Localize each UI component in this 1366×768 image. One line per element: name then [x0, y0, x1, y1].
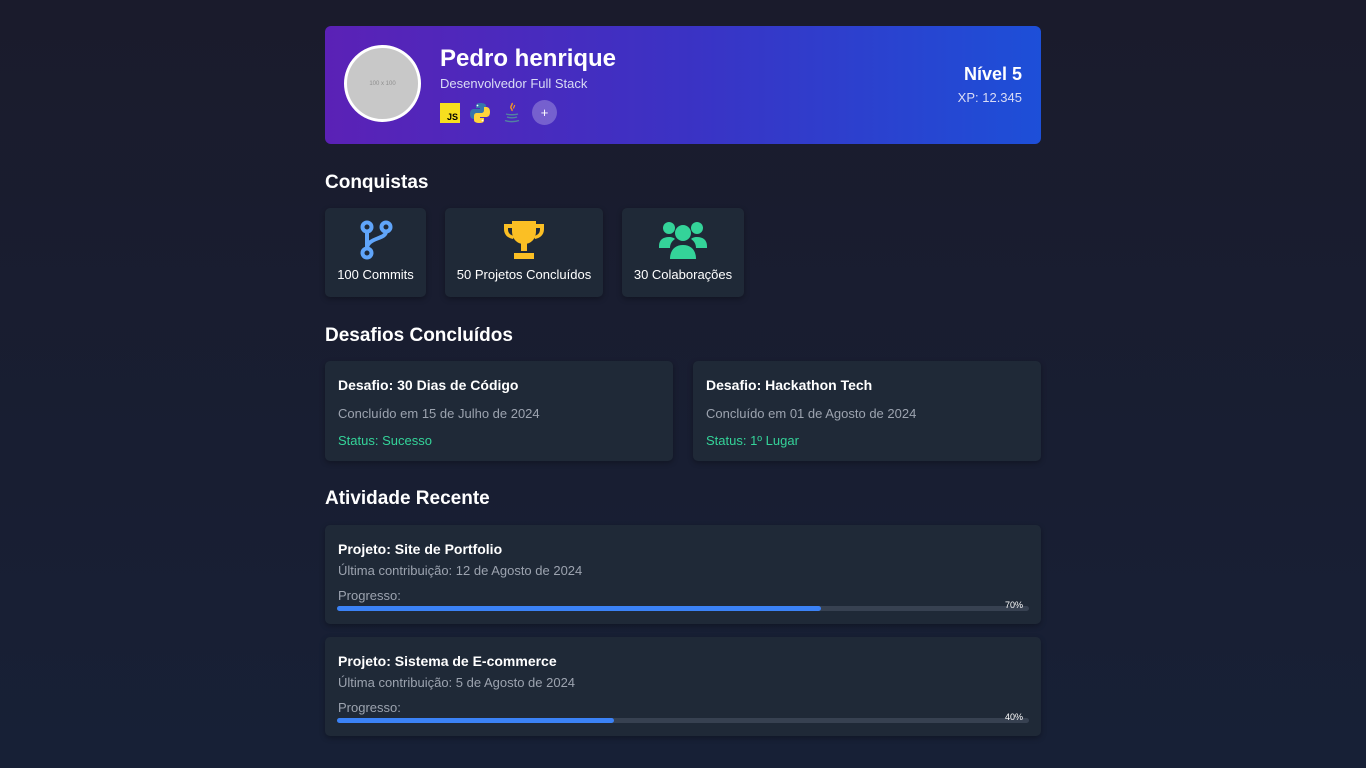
achievement-label: 100 Commits	[337, 267, 414, 282]
profile-name: Pedro henrique	[440, 45, 617, 72]
project-title: Projeto: Sistema de E-commerce	[338, 653, 557, 669]
achievement-label: 50 Projetos Concluídos	[456, 267, 592, 282]
progress-label: Progresso:	[338, 588, 401, 603]
progress-bar	[337, 718, 1029, 723]
add-tech-button[interactable]: +	[532, 100, 557, 125]
profile-header: 100 x 100 Pedro henrique Desenvolvedor F…	[325, 26, 1041, 144]
activity-card[interactable]: Projeto: Sistema de E-commerce Última co…	[325, 637, 1041, 736]
tech-stack: JS +	[440, 100, 557, 125]
progress-percent: 40%	[1004, 712, 1023, 722]
profile-page: 100 x 100 Pedro henrique Desenvolvedor F…	[325, 26, 1041, 736]
challenge-title: Desafio: 30 Dias de Código	[338, 377, 519, 393]
progress-fill	[337, 718, 614, 723]
progress-bar	[337, 606, 1029, 611]
challenge-card[interactable]: Desafio: Hackathon Tech Concluído em 01 …	[693, 361, 1041, 461]
achievement-label: 30 Colaborações	[633, 267, 733, 282]
achievement-card-projects[interactable]: 50 Projetos Concluídos	[445, 208, 603, 297]
project-last-contribution: Última contribuição: 12 de Agosto de 202…	[338, 563, 583, 578]
activity-title: Atividade Recente	[325, 488, 490, 509]
challenge-status: Status: 1º Lugar	[706, 433, 799, 448]
users-icon	[659, 219, 707, 261]
challenges-title: Desafios Concluídos	[325, 325, 513, 346]
python-icon[interactable]	[468, 101, 492, 125]
avatar-placeholder-text: 100 x 100	[369, 80, 396, 87]
avatar[interactable]: 100 x 100	[344, 45, 421, 122]
java-icon[interactable]	[500, 101, 524, 125]
challenge-date: Concluído em 15 de Julho de 2024	[338, 406, 540, 421]
progress-fill	[337, 606, 822, 611]
achievement-card-collaborations[interactable]: 30 Colaborações	[622, 208, 744, 297]
activity-card[interactable]: Projeto: Site de Portfolio Última contri…	[325, 525, 1041, 624]
challenge-date: Concluído em 01 de Agosto de 2024	[706, 406, 917, 421]
profile-role: Desenvolvedor Full Stack	[440, 76, 588, 91]
progress-label: Progresso:	[338, 700, 401, 715]
challenge-status: Status: Sucesso	[338, 433, 432, 448]
achievements-title: Conquistas	[325, 172, 429, 193]
xp-label: XP: 12.345	[957, 90, 1022, 105]
git-branch-icon	[358, 219, 394, 261]
progress-percent: 70%	[1004, 600, 1023, 610]
achievement-card-commits[interactable]: 100 Commits	[325, 208, 426, 297]
trophy-icon	[501, 219, 547, 261]
javascript-icon[interactable]: JS	[440, 102, 460, 123]
level-label: Nível 5	[963, 64, 1022, 84]
project-last-contribution: Última contribuição: 5 de Agosto de 2024	[338, 675, 576, 690]
challenge-title: Desafio: Hackathon Tech	[706, 377, 873, 393]
project-title: Projeto: Site de Portfolio	[338, 541, 503, 557]
challenge-card[interactable]: Desafio: 30 Dias de Código Concluído em …	[325, 361, 673, 461]
